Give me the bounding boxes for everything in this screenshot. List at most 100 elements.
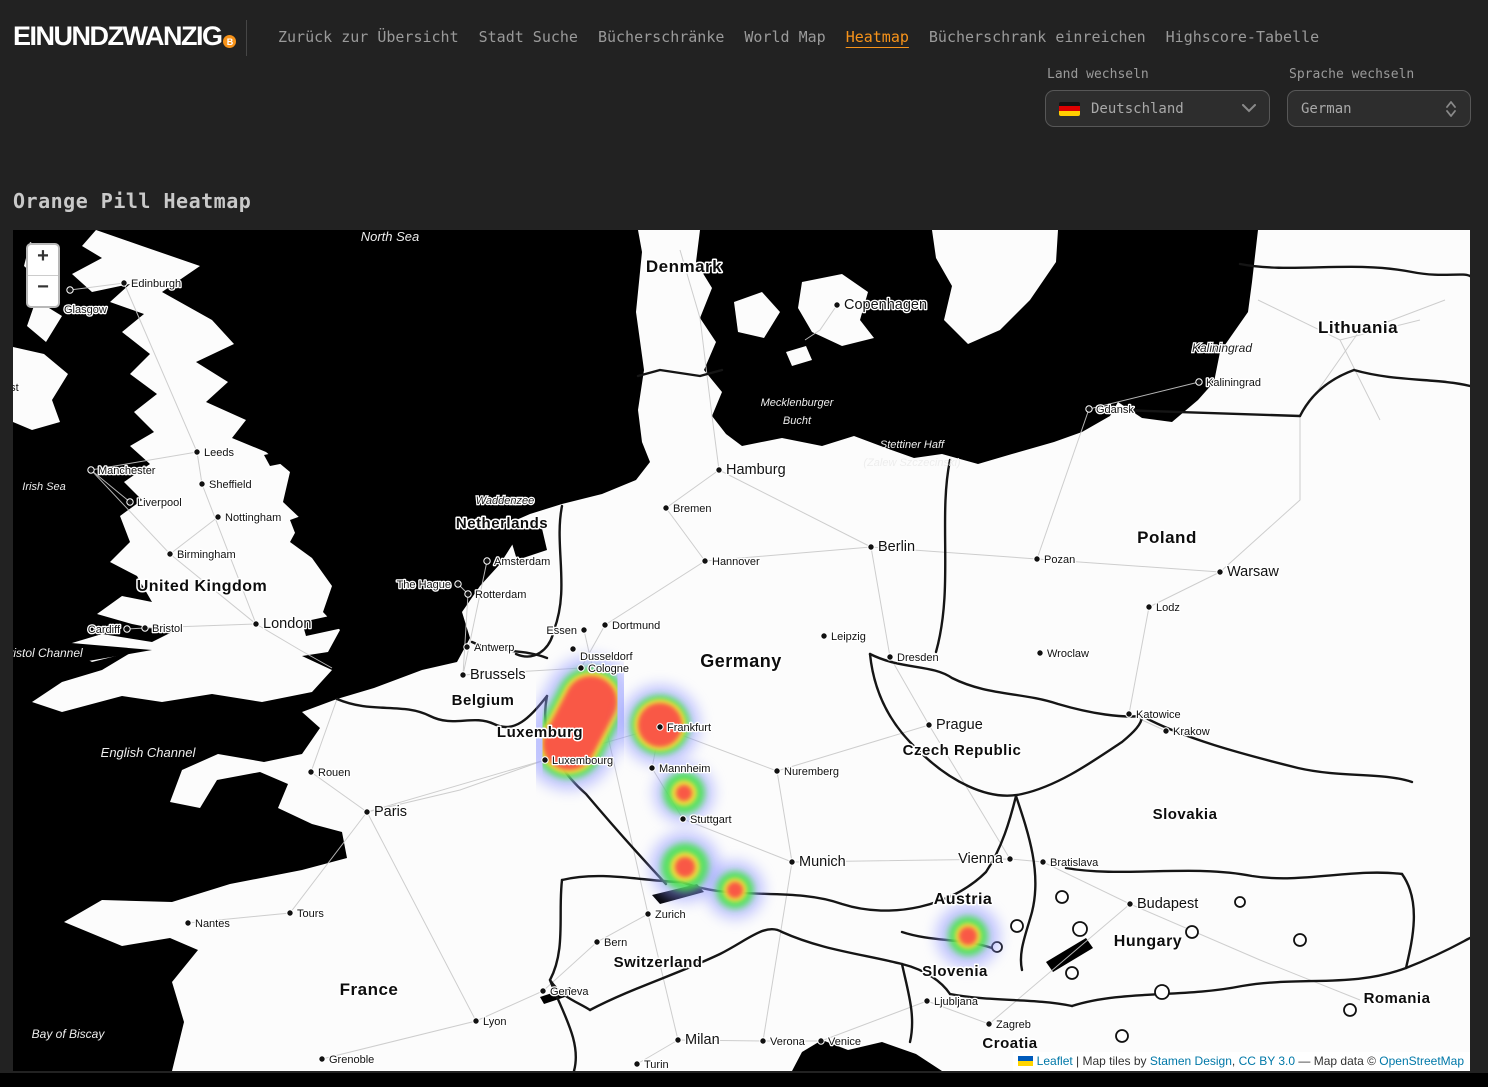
city-label: Dresden — [897, 652, 939, 664]
city-label: Katowice — [1136, 709, 1181, 721]
city-label: Cardiff — [88, 624, 121, 636]
city-label: Belfast — [13, 382, 19, 394]
city-label: Bristol — [152, 623, 183, 635]
city-label: Warsaw — [1227, 564, 1279, 580]
country-label: Poland — [1137, 528, 1197, 547]
country-label: Croatia — [982, 1035, 1037, 1052]
city-dot — [645, 911, 651, 917]
nav-item-highscore[interactable]: Highscore-Tabelle — [1166, 28, 1320, 46]
city-label: Gdansk — [1096, 404, 1134, 416]
zoom-in-button[interactable]: + — [28, 245, 58, 275]
city-label: Birmingham — [177, 549, 236, 561]
city-label: Frankfurt — [667, 722, 711, 734]
country-select-value: Deutschland — [1091, 101, 1184, 117]
nav-item-einreichen[interactable]: Bücherschrank einreichen — [929, 28, 1146, 46]
country-label: Denmark — [646, 257, 722, 276]
map-canvas[interactable]: North SeaIrish SeaBristol ChannelEnglish… — [13, 230, 1470, 1071]
city-dot — [578, 665, 584, 671]
city-label: Wroclaw — [1047, 648, 1089, 660]
nav-item-uebersicht[interactable]: Zurück zur Übersicht — [278, 28, 459, 46]
city-label: Bern — [604, 937, 627, 949]
city-dot — [657, 724, 663, 730]
city-label: Glasgow — [64, 304, 107, 316]
heat-blob — [706, 861, 764, 919]
city-label: Essen — [546, 625, 577, 637]
city-label: Sheffield — [209, 479, 252, 491]
city-dot — [1037, 650, 1043, 656]
city-dot — [887, 654, 893, 660]
city-label: Venice — [828, 1036, 861, 1048]
stamen-link[interactable]: Stamen Design — [1150, 1054, 1232, 1068]
nav-item-stadt-suche[interactable]: Stadt Suche — [479, 28, 578, 46]
city-label: Zurich — [655, 909, 686, 921]
city-label: Bratislava — [1050, 857, 1099, 869]
city-label: Dusseldorf — [580, 651, 634, 663]
city-label: Turin — [644, 1059, 669, 1071]
sea-label: Kaliningrad — [1192, 341, 1252, 355]
sea-label: North Sea — [361, 230, 420, 244]
city-label: Nantes — [195, 918, 230, 930]
nav-item-heatmap[interactable]: Heatmap — [846, 28, 909, 46]
city-label: Berlin — [878, 539, 915, 555]
city-label: Paris — [374, 804, 407, 820]
city-label: Verona — [770, 1036, 806, 1048]
city-dot — [1086, 406, 1092, 412]
city-label: Kaliningrad — [1206, 377, 1261, 389]
leaflet-link[interactable]: Leaflet — [1037, 1054, 1073, 1068]
city-dot — [464, 644, 470, 650]
cc-license-link[interactable]: CC BY 3.0 — [1239, 1054, 1295, 1068]
city-dot — [926, 722, 932, 728]
city-dot — [634, 1061, 640, 1067]
country-select-group: Land wechseln Deutschland — [1045, 67, 1270, 127]
nav-divider — [246, 20, 247, 56]
city-label: Munich — [799, 854, 846, 870]
city-dot — [167, 551, 173, 557]
country-label: Hungary — [1114, 933, 1182, 950]
city-label: Dortmund — [612, 620, 660, 632]
footer-strip — [0, 1073, 1488, 1087]
city-label: Edinburgh — [131, 278, 181, 290]
city-dot — [1126, 711, 1132, 717]
city-dot — [1034, 556, 1040, 562]
city-dot — [1163, 728, 1169, 734]
city-label: Ljubljana — [934, 996, 979, 1008]
heatmap-map[interactable]: North SeaIrish SeaBristol ChannelEnglish… — [13, 230, 1470, 1071]
city-dot — [455, 581, 461, 587]
language-select-value: German — [1301, 101, 1352, 117]
city-label: Rotterdam — [475, 589, 526, 601]
city-dot — [67, 287, 73, 293]
city-label: Krakow — [1173, 726, 1210, 738]
city-dot — [834, 302, 840, 308]
country-select[interactable]: Deutschland — [1045, 90, 1270, 127]
city-label: Bremen — [673, 503, 712, 515]
attribution-mapdata-text: — Map data © — [1295, 1054, 1379, 1068]
map-attribution: Leaflet | Map tiles by Stamen Design , C… — [1013, 1052, 1470, 1071]
city-dot — [465, 591, 471, 597]
nav-item-buecherschraenke[interactable]: Bücherschränke — [598, 28, 724, 46]
language-select-label: Sprache wechseln — [1289, 67, 1471, 82]
city-dot — [986, 1021, 992, 1027]
city-label: Antwerp — [474, 642, 514, 654]
chevron-up-down-icon — [1445, 100, 1457, 118]
openstreetmap-link[interactable]: OpenStreetMap — [1379, 1054, 1464, 1068]
city-label: Brussels — [470, 667, 526, 683]
zoom-out-button[interactable]: − — [28, 275, 58, 306]
city-label: Leipzig — [831, 631, 866, 643]
city-dot — [364, 809, 370, 815]
city-dot — [602, 622, 608, 628]
city-dot — [649, 765, 655, 771]
nav-item-world-map[interactable]: World Map — [744, 28, 825, 46]
country-label: France — [340, 980, 399, 999]
app-logo[interactable]: EINUNDZWANZIG B — [13, 22, 236, 50]
city-label: Leeds — [204, 447, 234, 459]
city-label: Lyon — [483, 1016, 506, 1028]
zoom-control: + − — [26, 243, 60, 308]
language-select[interactable]: German — [1287, 90, 1471, 127]
city-label: Cologne — [588, 663, 629, 675]
attribution-separator: | — [1073, 1054, 1083, 1068]
logo-text: EINUNDZWANZIG — [13, 22, 221, 50]
city-dot — [581, 627, 587, 633]
chevron-down-icon — [1242, 104, 1256, 113]
city-dot — [1007, 856, 1013, 862]
country-label: United Kingdom — [137, 578, 268, 595]
